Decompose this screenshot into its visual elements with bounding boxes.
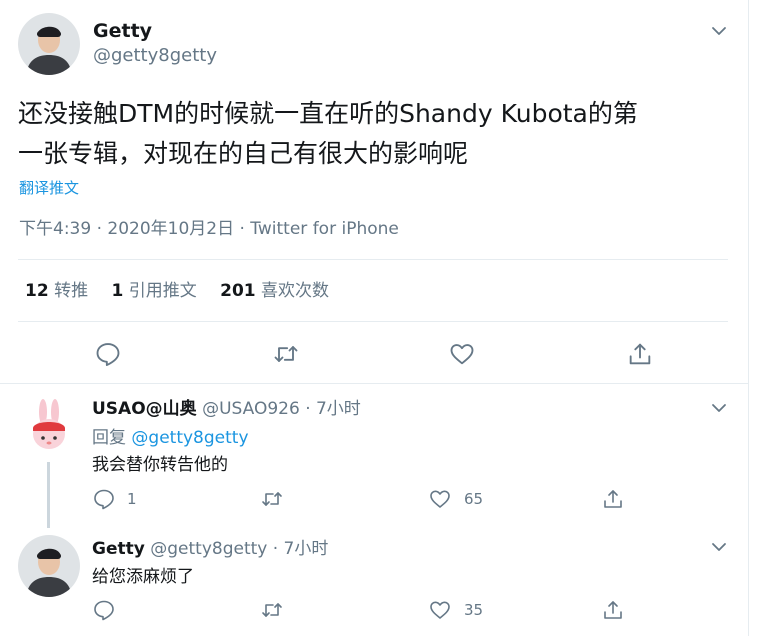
reply-header: Getty @getty8getty · 7小时 xyxy=(92,538,328,560)
divider xyxy=(18,321,728,322)
timestamp[interactable]: · 7小时 xyxy=(273,539,329,559)
reply-context: 回复 @getty8getty xyxy=(92,427,249,449)
divider xyxy=(18,259,728,260)
reply-to-link[interactable]: @getty8getty xyxy=(131,428,248,448)
reply-header: USAO@山奥 @USAO926 · 7小时 xyxy=(92,398,361,420)
reply-icon[interactable] xyxy=(92,487,116,511)
tweet-text-line-2: 一张专辑，对现在的自己有很大的影响呢 xyxy=(18,139,469,168)
author-name[interactable]: USAO@山奥 xyxy=(92,399,197,419)
like-count: 35 xyxy=(464,601,484,619)
likes-count: 201 xyxy=(220,281,256,301)
author-handle[interactable]: @getty8getty xyxy=(150,539,267,559)
avatar[interactable] xyxy=(18,535,80,597)
reply-text: 我会替你转告他的 xyxy=(92,455,228,475)
like-count: 65 xyxy=(464,490,484,508)
like-icon[interactable] xyxy=(428,598,452,622)
likes-stat[interactable]: 201 喜欢次数 xyxy=(220,281,329,301)
author-name[interactable]: Getty xyxy=(93,20,152,42)
tweet-meta: 下午4:39 · 2020年10月2日 · Twitter for iPhone xyxy=(19,219,399,239)
retweet-icon[interactable] xyxy=(260,487,284,511)
share-icon[interactable] xyxy=(601,598,625,622)
quotes-count: 1 xyxy=(111,281,124,301)
thread-line xyxy=(47,462,50,528)
timestamp[interactable]: · 7小时 xyxy=(305,399,361,419)
author-handle[interactable]: @USAO926 xyxy=(202,399,300,419)
quotes-label: 引用推文 xyxy=(128,281,197,301)
reply-icon[interactable] xyxy=(94,340,122,368)
retweet-icon[interactable] xyxy=(272,340,300,368)
avatar[interactable] xyxy=(18,13,80,75)
avatar[interactable] xyxy=(18,396,80,458)
column-border xyxy=(748,0,749,636)
share-icon[interactable] xyxy=(601,487,625,511)
chevron-down-icon[interactable] xyxy=(708,397,730,419)
reply-count: 1 xyxy=(127,490,137,508)
reply-icon[interactable] xyxy=(92,598,116,622)
retweets-label: 转推 xyxy=(54,281,89,301)
likes-label: 喜欢次数 xyxy=(261,281,330,301)
tweet-text-line-1: 还没接触DTM的时候就一直在听的Shandy Kubota的第 xyxy=(18,99,638,128)
chevron-down-icon[interactable] xyxy=(708,20,730,42)
retweets-stat[interactable]: 12 转推 xyxy=(25,281,93,301)
like-icon[interactable] xyxy=(428,487,452,511)
author-name[interactable]: Getty xyxy=(92,539,145,559)
share-icon[interactable] xyxy=(626,340,654,368)
reply-text: 给您添麻烦了 xyxy=(92,567,194,587)
retweet-icon[interactable] xyxy=(260,598,284,622)
reply-prefix: 回复 xyxy=(92,428,126,448)
translate-link[interactable]: 翻译推文 xyxy=(19,178,79,198)
like-icon[interactable] xyxy=(448,340,476,368)
divider xyxy=(0,383,748,384)
tweet-stats: 12 转推 1 引用推文 201 喜欢次数 xyxy=(25,280,329,302)
retweets-count: 12 xyxy=(25,281,49,301)
quotes-stat[interactable]: 1 引用推文 xyxy=(111,281,202,301)
author-handle[interactable]: @getty8getty xyxy=(93,45,217,67)
chevron-down-icon[interactable] xyxy=(708,536,730,558)
